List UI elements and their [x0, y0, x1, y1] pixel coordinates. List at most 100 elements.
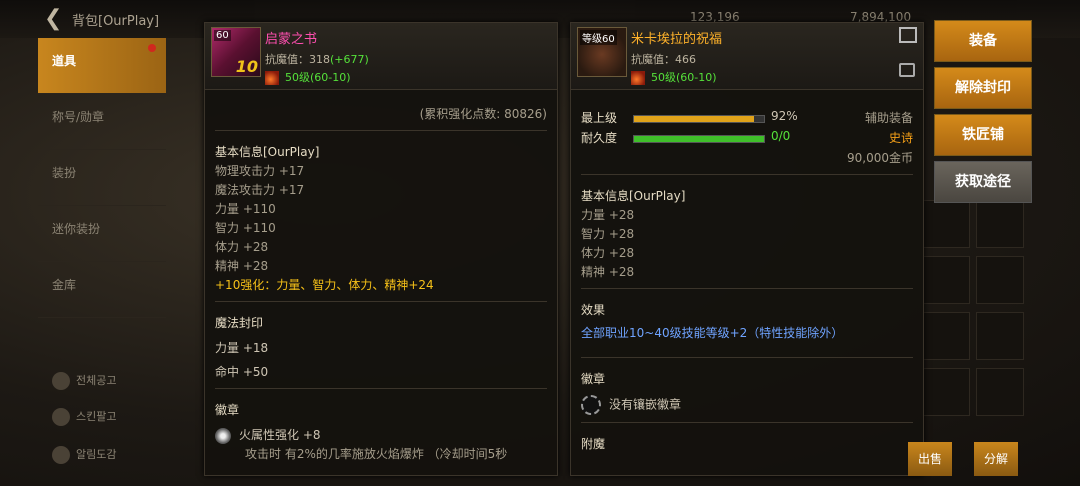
book-item-icon[interactable]: 60 10	[211, 27, 261, 77]
max-grade-fill	[634, 116, 754, 122]
emblem-title: 徽章	[581, 372, 606, 386]
tooltip-body: (累积强化点数: 80826) 基本信息[OurPlay] 物理攻击力 +17 …	[215, 105, 547, 464]
back-arrow-icon[interactable]: ❮	[44, 6, 62, 31]
max-grade-label: 最上级	[581, 111, 618, 125]
flame-icon	[631, 71, 645, 85]
stat-line: 精神 +28	[581, 265, 635, 279]
inventory-slot[interactable]	[976, 200, 1024, 248]
resist-bonus: (+677)	[330, 53, 369, 66]
bag-title: 背包[OurPlay]	[72, 14, 160, 29]
resist-value: 318	[309, 53, 330, 66]
durability-row: 耐久度 0/0 史诗	[581, 129, 913, 149]
divider	[215, 130, 547, 131]
stat-line: 体力 +28	[215, 240, 269, 254]
durability-value: 0/0	[771, 129, 791, 143]
lock-icon[interactable]	[899, 63, 915, 77]
emblem-title: 徽章	[215, 403, 240, 417]
divider	[215, 388, 547, 389]
emblem-icon	[215, 427, 231, 444]
enhance-bonus: +10强化：力量、智力、体力、精神+24	[215, 278, 434, 292]
resist-label: 抗魔值：	[631, 53, 675, 66]
effect-title: 效果	[581, 303, 606, 317]
item-level: 等级60	[580, 30, 617, 45]
item-name: 米卡埃拉的祝福	[631, 32, 723, 47]
inventory-slot[interactable]	[922, 368, 970, 416]
inventory-slot[interactable]	[922, 200, 970, 248]
enhance-level: 10	[235, 57, 258, 76]
stat-line: 力量 +28	[581, 208, 635, 222]
decompose-button[interactable]: 分解	[974, 442, 1019, 476]
inventory-slot[interactable]	[922, 312, 970, 360]
divider	[581, 357, 913, 358]
vase-item-icon[interactable]: 等级60	[577, 27, 627, 77]
level-req-text: 50级(60-10)	[651, 71, 717, 84]
emblem-text: 火属性强化 +8	[239, 428, 321, 442]
divider	[581, 174, 913, 175]
inventory-slot[interactable]	[922, 256, 970, 304]
inventory-slot[interactable]	[976, 256, 1024, 304]
tooltip-body: 最上级 92% 辅助装备 耐久度 0/0 史诗 90,000金币 基本信息[Ou…	[581, 109, 913, 454]
sell-button[interactable]: 出售	[908, 442, 953, 476]
sidebar-bottom-btn-3[interactable]: 알림도감	[52, 446, 116, 464]
sidebar-item-titles[interactable]: 称号/勋章	[38, 94, 166, 150]
max-grade-pct: 92%	[771, 109, 798, 123]
unseal-button[interactable]: 解除封印	[934, 67, 1032, 109]
resist-line: 抗魔值：466	[631, 51, 696, 67]
sidebar-bottom-label: 전체공고	[76, 374, 117, 387]
item-name: 启蒙之书	[265, 32, 318, 47]
max-grade-bar	[633, 115, 765, 123]
resist-label: 抗魔值：	[265, 53, 309, 66]
sidebar-bottom-label: 스킨팔고	[76, 410, 117, 423]
sidebar-item-items[interactable]: 道具	[38, 38, 166, 94]
item-tooltip-blessing: 等级60 米卡埃拉的祝福 抗魔值：466 50级(60-10) 最上级 92% …	[570, 22, 924, 476]
divider	[581, 288, 913, 289]
tooltip-header: 60 10 启蒙之书 抗魔值：318(+677) 50级(60-10)	[205, 23, 557, 90]
rarity: 史诗	[888, 131, 913, 145]
obtain-source-button[interactable]: 获取途径	[934, 161, 1032, 203]
stat-line: 精神 +28	[215, 259, 269, 273]
accum-points: (累积强化点数: 80826)	[419, 107, 547, 121]
stat-line: 体力 +28	[581, 246, 635, 260]
price: 90,000金币	[847, 151, 913, 165]
sidebar-bottom-label: 알림도감	[76, 448, 117, 461]
share-icon[interactable]	[899, 27, 917, 43]
effect-text: 全部职业10~40级技能等级+2（特性技能除外）	[581, 326, 844, 340]
equip-button[interactable]: 装备	[934, 20, 1032, 62]
blacksmith-button[interactable]: 铁匠铺	[934, 114, 1032, 156]
emblem-line: 火属性强化 +8	[215, 426, 547, 445]
enchant-title: 附魔	[581, 437, 606, 451]
resist-value: 466	[675, 53, 696, 66]
divider	[581, 422, 913, 423]
basic-info-title: 基本信息[OurPlay]	[215, 145, 320, 159]
durability-bar	[633, 135, 765, 143]
sidebar-item-vault[interactable]: 金库	[38, 262, 166, 318]
item-type: 辅助装备	[864, 111, 913, 125]
max-grade-row: 最上级 92% 辅助装备	[581, 109, 913, 129]
durability-fill	[634, 136, 764, 142]
emblem-text: 没有镶嵌徽章	[609, 397, 682, 412]
level-requirement: 50级(60-10)	[631, 69, 717, 85]
inventory-slot[interactable]	[976, 368, 1024, 416]
stat-line: 智力 +28	[581, 227, 635, 241]
seal-title: 魔法封印	[215, 316, 264, 330]
level-req-text: 50级(60-10)	[285, 71, 351, 84]
inventory-slot[interactable]	[976, 312, 1024, 360]
stat-line: 力量 +110	[215, 202, 276, 216]
item-level: 60	[214, 30, 231, 41]
sidebar-bottom-btn-1[interactable]: 전체공고	[52, 372, 116, 390]
seal-stat: 力量 +18	[215, 341, 269, 355]
shop-icon	[52, 408, 70, 426]
emblem-desc: 攻击时 有2%的几率施放火焰爆炸 （冷却时间5秒	[245, 447, 508, 461]
flame-icon	[265, 71, 279, 85]
seal-stat: 命中 +50	[215, 365, 269, 379]
notice-icon	[52, 372, 70, 390]
notification-dot	[148, 44, 156, 52]
sidebar-item-avatar[interactable]: 装扮	[38, 150, 166, 206]
resist-line: 抗魔值：318(+677)	[265, 51, 369, 67]
sidebar-bottom-btn-2[interactable]: 스킨팔고	[52, 408, 116, 426]
empty-emblem-icon	[581, 395, 601, 415]
sidebar-item-mini-avatar[interactable]: 迷你装扮	[38, 206, 166, 262]
basic-info-title: 基本信息[OurPlay]	[581, 189, 686, 203]
stat-line: 物理攻击力 +17	[215, 164, 305, 178]
durability-label: 耐久度	[581, 131, 618, 145]
